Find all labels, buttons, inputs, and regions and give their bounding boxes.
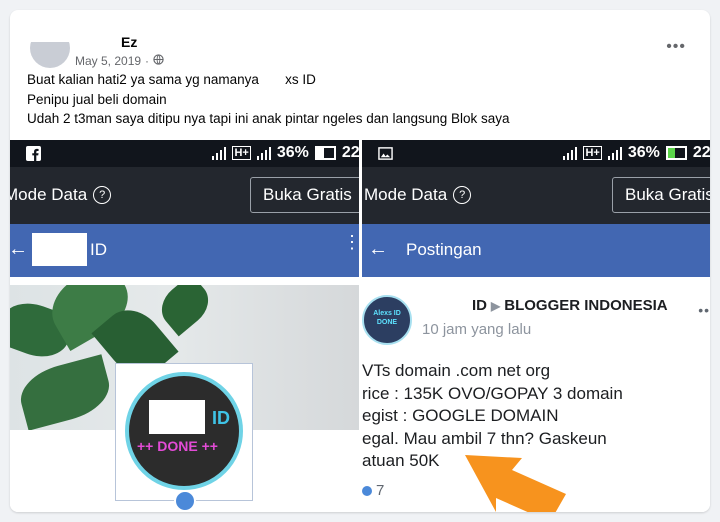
facebook-app-bar: ← Postingan	[362, 224, 710, 277]
signal-bars-icon	[256, 146, 271, 160]
profile-logo: ID ++ DONE ++	[125, 372, 243, 490]
data-mode-bar: Mode Data ? Buka Gratis	[362, 167, 710, 224]
status-time: 22.5	[692, 144, 710, 161]
facebook-notification-icon	[26, 146, 41, 161]
status-time: 22.5	[341, 144, 359, 161]
body-line: egal. Mau ambil 7 thn? Gaskeun	[362, 428, 607, 448]
shield-badge-icon	[174, 490, 196, 512]
avatar-mask	[20, 20, 80, 42]
battery-charging-icon	[665, 146, 687, 160]
buka-gratis-button[interactable]: Buka Gratis	[612, 177, 710, 213]
page-title: ID	[90, 240, 107, 259]
like-icon	[362, 485, 372, 496]
post-line: Buat kalian hati2 ya sama yg namanya xs …	[27, 72, 316, 87]
body-line: VTs domain .com net org	[362, 361, 551, 380]
post-time: 10 jam yang lalu	[422, 321, 532, 338]
data-mode-bar: Mode Data ? Buka Gratis	[10, 167, 359, 224]
attached-screenshot-left[interactable]: H+ 36% 22.5 Mode Data ? Buka Gratis ← ID…	[10, 140, 359, 512]
redacted-box	[32, 233, 87, 266]
profile-done-text: ++ DONE ++	[137, 438, 218, 454]
buka-gratis-button[interactable]: Buka Gratis	[250, 177, 359, 213]
signal-bars-icon	[212, 146, 227, 160]
signal-bars-icon	[607, 146, 622, 160]
post-meta: May 5, 2019 ·	[75, 54, 164, 68]
post-more-icon[interactable]: •••	[698, 302, 710, 318]
redacted-box	[149, 400, 205, 434]
post-date[interactable]: May 5, 2019	[75, 54, 141, 68]
public-globe-icon	[153, 54, 164, 68]
screenshot-post-body: VTs domain .com net org rice : 135K OVO/…	[362, 360, 623, 473]
avatar-text: Alexs ID DONE	[373, 310, 401, 326]
post-text: Buat kalian hati2 ya sama yg namanya xs …	[27, 70, 697, 129]
post-header-title: ID ▶ BLOGGER INDONESIA	[472, 297, 668, 314]
post-title-from[interactable]: ID	[472, 297, 487, 314]
network-hplus-icon: H+	[583, 146, 602, 160]
image-notification-icon	[378, 147, 393, 160]
back-arrow-icon[interactable]: ←	[10, 238, 28, 261]
profile-picture[interactable]: ID ++ DONE ++	[115, 363, 253, 501]
attached-screenshot-right[interactable]: H+ 36% 22.5 Mode Data ? Buka Gratis ← Po…	[362, 140, 710, 512]
battery-percent: 36%	[627, 144, 660, 161]
back-arrow-icon[interactable]: ←	[368, 238, 388, 261]
reaction-row[interactable]: 7	[362, 482, 384, 499]
facebook-app-bar: ← ID ⋮	[10, 224, 359, 277]
post-line: Udah 2 t3man saya ditipu nya tapi ini an…	[27, 111, 510, 126]
battery-icon	[314, 146, 336, 160]
help-icon[interactable]: ?	[93, 186, 112, 204]
body-line: egist : GOOGLE DOMAIN	[362, 406, 559, 425]
mode-data-text: Mode Data	[364, 185, 448, 204]
meta-separator: ·	[145, 54, 150, 68]
reaction-count: 7	[376, 482, 385, 499]
triangle-right-icon: ▶	[491, 299, 501, 313]
phone-status-bar: H+ 36% 22.5	[10, 140, 359, 167]
help-icon[interactable]: ?	[453, 186, 472, 204]
bar-title: Postingan	[406, 240, 482, 259]
post-title-to[interactable]: BLOGGER INDONESIA	[504, 297, 667, 314]
post-author[interactable]: Ez	[121, 34, 137, 50]
network-hplus-icon: H+	[232, 146, 251, 160]
mode-data-label: Mode Data ?	[364, 185, 472, 205]
profile-id-text: ID	[212, 408, 230, 428]
more-options-icon[interactable]: •••	[666, 38, 686, 56]
kebab-menu-icon[interactable]: ⋮	[343, 233, 359, 251]
post-line: Penipu jual beli domain	[27, 91, 167, 107]
mode-data-text: Mode Data	[10, 185, 88, 204]
phone-status-bar: H+ 36% 22.5	[362, 140, 710, 167]
mode-data-label: Mode Data ?	[10, 185, 112, 205]
post-card: Ez May 5, 2019 · ••• Buat kalian hati2 y…	[10, 10, 710, 512]
body-line: atuan 50K	[362, 451, 440, 470]
signal-bars-icon	[563, 146, 578, 160]
group-avatar[interactable]: Alexs ID DONE	[362, 295, 412, 345]
body-line: rice : 135K OVO/GOPAY 3 domain	[362, 383, 623, 403]
battery-percent: 36%	[276, 144, 309, 161]
